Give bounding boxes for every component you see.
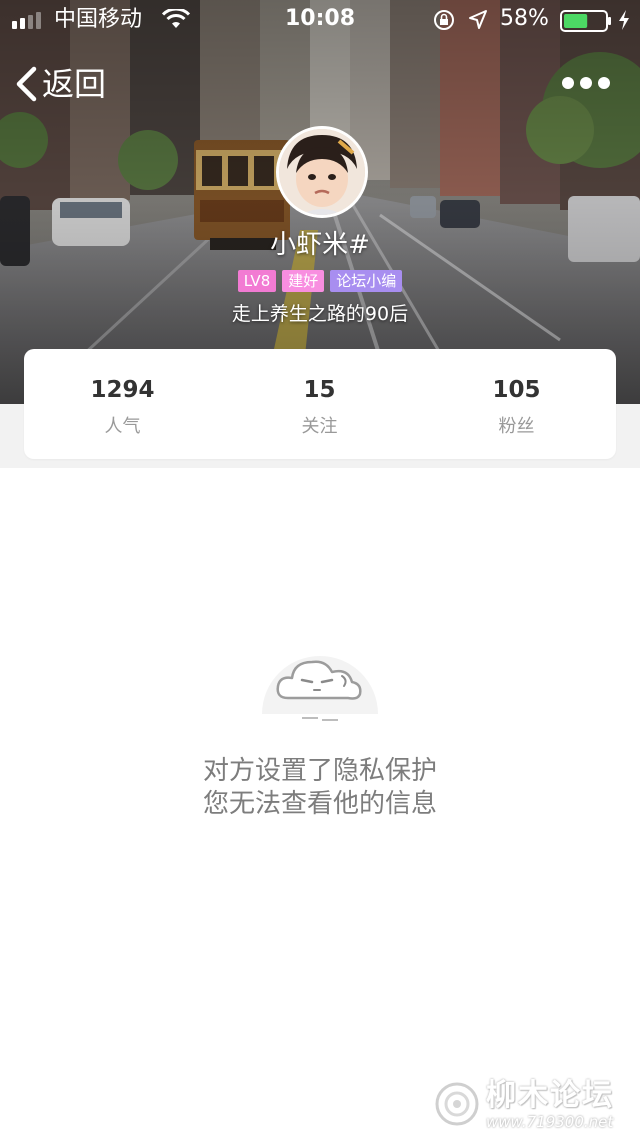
orientation-lock-icon <box>434 10 454 30</box>
battery-percent: 58% <box>500 6 549 31</box>
tag-title: 建好 <box>282 270 325 292</box>
stats-card: 1294 人气 15 关注 105 粉丝 <box>24 349 616 459</box>
stat-following-label: 关注 <box>301 416 338 437</box>
profile-screen: 中国移动 10:08 58% 返回 小虾米# LV8 建好 论坛小编 走上养生之… <box>0 0 640 1136</box>
stat-popularity-value: 1294 <box>90 377 155 403</box>
back-button[interactable]: 返回 <box>14 64 106 104</box>
location-icon <box>469 10 487 29</box>
chevron-left-icon <box>16 66 37 102</box>
stat-following-value: 15 <box>303 377 336 403</box>
watermark-logo-icon <box>435 1082 479 1126</box>
more-dots-icon[interactable] <box>560 70 612 96</box>
stat-popularity-label: 人气 <box>104 416 141 437</box>
privacy-message-line2: 您无法查看他的信息 <box>202 789 437 819</box>
stat-following[interactable]: 15 关注 <box>221 349 418 459</box>
avatar-image <box>279 129 365 215</box>
battery-icon <box>560 10 611 32</box>
charging-bolt-icon <box>619 10 629 30</box>
stat-followers-label: 粉丝 <box>498 416 535 437</box>
tag-role: 论坛小编 <box>330 270 403 292</box>
user-bio: 走上养生之路的90后 <box>231 303 409 325</box>
user-tags: LV8 建好 论坛小编 <box>0 270 640 292</box>
privacy-message-line1: 对方设置了隐私保护 <box>202 756 437 786</box>
back-label: 返回 <box>42 65 107 103</box>
username: 小虾米# <box>270 230 370 260</box>
watermark-text: 柳木论坛 <box>486 1078 614 1113</box>
status-bar: 中国移动 10:08 58% <box>0 0 640 40</box>
avatar[interactable] <box>276 126 368 218</box>
tag-level: LV8 <box>237 270 277 292</box>
watermark-url: www.719300.net <box>486 1113 614 1131</box>
stat-followers[interactable]: 105 粉丝 <box>418 349 615 459</box>
stat-followers-value: 105 <box>492 377 541 403</box>
sleepy-cloud-icon <box>262 656 378 721</box>
stat-popularity[interactable]: 1294 人气 <box>24 349 221 459</box>
nav-bar: 返回 <box>0 56 640 112</box>
